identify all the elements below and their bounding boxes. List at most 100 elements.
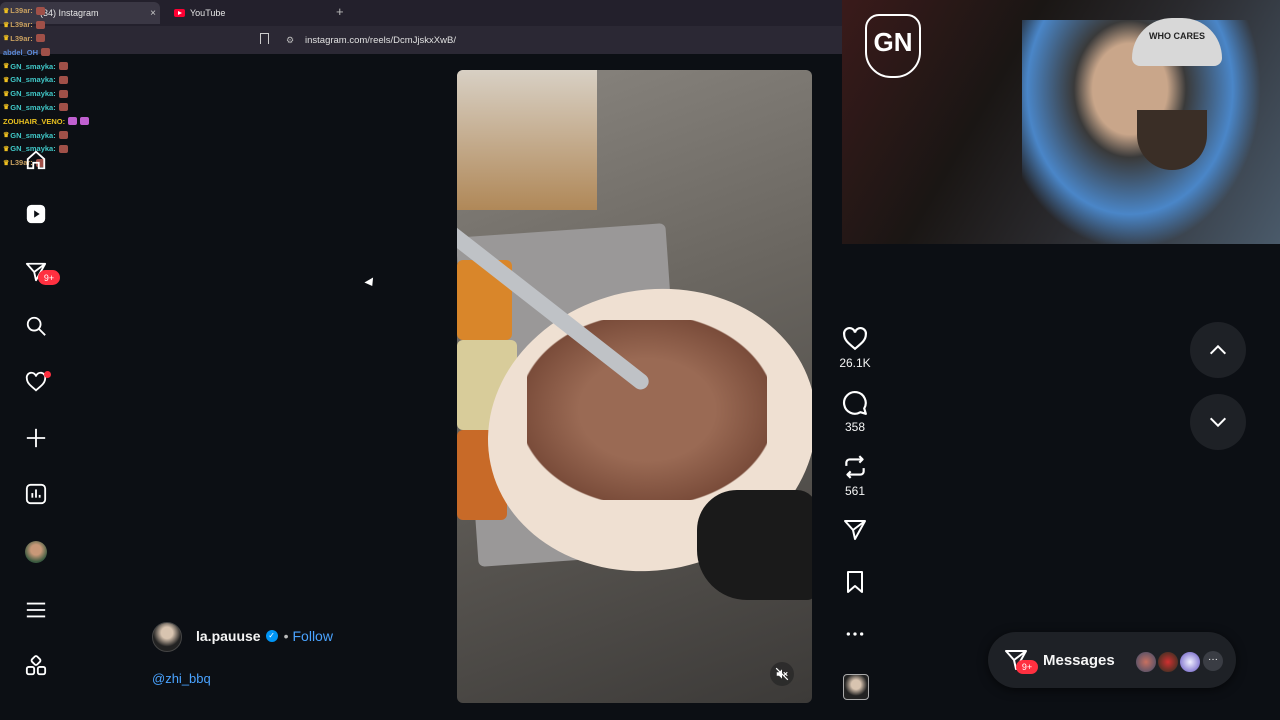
more-conversations-icon[interactable]: ··· xyxy=(1203,651,1223,671)
heart-icon xyxy=(843,326,867,351)
follow-button[interactable]: Follow xyxy=(293,628,333,644)
separator: • xyxy=(283,628,289,644)
save-button[interactable] xyxy=(840,570,870,594)
emote-icon xyxy=(41,48,51,57)
more-icon xyxy=(846,632,864,636)
share-icon xyxy=(844,520,866,540)
url-input[interactable]: instagram.com/reels/DcmJjskxXwB/ xyxy=(305,35,456,46)
avatar xyxy=(1134,650,1158,674)
crown-icon: ♛ xyxy=(3,159,10,167)
crown-icon: ♛ xyxy=(3,35,10,43)
like-count: 26.1K xyxy=(839,356,871,370)
crown-icon: ♛ xyxy=(3,145,10,153)
menu-icon[interactable] xyxy=(22,596,50,624)
bookmark-icon xyxy=(847,571,863,593)
avatar xyxy=(1156,650,1180,674)
new-tab-button[interactable]: + xyxy=(336,4,344,19)
emote-icon xyxy=(58,144,68,153)
author-avatar[interactable] xyxy=(152,622,182,652)
reel-video[interactable] xyxy=(457,70,812,703)
chat-message: ♛ L39ar: xyxy=(3,32,133,46)
mute-button[interactable] xyxy=(770,662,794,686)
chat-user: L39ar: xyxy=(10,20,33,30)
more-apps-icon[interactable] xyxy=(22,652,50,680)
avatar xyxy=(25,541,47,563)
chat-message: ♛ GN_smayka: xyxy=(3,101,133,115)
repost-count: 561 xyxy=(844,484,866,498)
crown-icon: ♛ xyxy=(3,7,10,15)
previous-reel-button[interactable] xyxy=(1190,322,1246,378)
chat-user: ZOUHAIR_VENO: xyxy=(3,116,66,126)
chat-user: L39ar: xyxy=(10,6,33,16)
audio-thumbnail[interactable] xyxy=(843,674,869,700)
stream-chat-overlay: ♛ L39ar: ♛ L39ar: ♛ L39ar: abdel_OH ♛ GN_sma… xyxy=(3,4,133,170)
site-info-icon[interactable]: ⚙ xyxy=(286,35,294,46)
notifications-badge: 9+ xyxy=(38,270,60,285)
chat-message: ♛ L39ar: xyxy=(3,4,133,18)
emote-icon xyxy=(58,89,68,98)
caption-mention[interactable]: @zhi_bbq xyxy=(152,671,211,686)
chat-user: GN_smayka: xyxy=(10,130,56,140)
chat-user: abdel_OH xyxy=(3,47,39,57)
emote-icon xyxy=(35,6,45,15)
chat-message: ♛ GN_smayka: xyxy=(3,59,133,73)
comment-count: 358 xyxy=(844,420,866,434)
bookmark-icon[interactable] xyxy=(260,33,269,44)
video-scene xyxy=(697,490,812,600)
crown-icon: ♛ xyxy=(3,63,10,71)
repost-icon xyxy=(845,455,865,479)
mouse-cursor xyxy=(364,277,377,289)
verified-badge-icon: ✓ xyxy=(265,630,278,642)
author-name[interactable]: la.pauuse xyxy=(196,628,261,644)
emote-icon xyxy=(35,34,45,43)
comment-button[interactable]: 358 xyxy=(840,390,870,434)
channel-logo: GN xyxy=(865,14,921,78)
webcam-overlay: GN WHO CARES xyxy=(842,0,1280,244)
crown-icon: ♛ xyxy=(3,90,10,98)
home-icon[interactable] xyxy=(22,146,50,174)
messages-label: Messages xyxy=(1043,652,1115,669)
chat-message: ZOUHAIR_VENO: xyxy=(3,114,133,128)
video-scene xyxy=(457,70,597,210)
emote-icon xyxy=(58,62,68,71)
chat-message: abdel_OH xyxy=(3,45,133,59)
chat-message: ♛ GN_smayka: xyxy=(3,87,133,101)
create-icon[interactable] xyxy=(22,424,50,452)
chat-user: GN_smayka: xyxy=(10,61,56,71)
repost-button[interactable]: 561 xyxy=(840,454,870,498)
chat-message: ♛ L39ar: xyxy=(3,18,133,32)
more-options-button[interactable] xyxy=(840,626,870,642)
youtube-icon xyxy=(174,9,185,17)
emote-icon xyxy=(58,103,68,112)
emote-icon xyxy=(80,117,90,126)
crown-icon: ♛ xyxy=(3,21,10,29)
chat-message: ♛ GN_smayka: xyxy=(3,128,133,142)
author-row: la.pauuse ✓ • Follow xyxy=(196,628,333,644)
comment-icon xyxy=(843,391,867,415)
chat-user: L39ar: xyxy=(10,33,33,43)
emote-icon xyxy=(35,20,45,29)
emote-icon xyxy=(68,117,78,126)
notification-dot xyxy=(44,371,51,378)
video-scene xyxy=(527,320,767,500)
tab-youtube[interactable]: YouTube xyxy=(170,2,330,24)
profile-avatar[interactable] xyxy=(22,538,50,566)
share-button[interactable] xyxy=(840,518,870,542)
chat-user: GN_smayka: xyxy=(10,102,56,112)
next-reel-button[interactable] xyxy=(1190,394,1246,450)
messages-button[interactable]: 9+ Messages ··· xyxy=(988,632,1236,688)
chat-user: GN_smayka: xyxy=(10,75,56,85)
emote-icon xyxy=(58,75,68,84)
dashboard-icon[interactable] xyxy=(22,480,50,508)
like-button[interactable]: 26.1K xyxy=(839,326,871,370)
chevron-down-icon xyxy=(1209,417,1227,428)
avatar xyxy=(1178,650,1202,674)
chevron-up-icon xyxy=(1209,344,1227,355)
tab-youtube-label: YouTube xyxy=(190,8,226,18)
muted-icon xyxy=(775,667,789,681)
tab-close-button[interactable]: × xyxy=(150,8,156,19)
chat-message: ♛ GN_smayka: xyxy=(3,73,133,87)
crown-icon: ♛ xyxy=(3,104,10,112)
search-icon[interactable] xyxy=(22,312,50,340)
reels-icon[interactable] xyxy=(22,200,50,228)
